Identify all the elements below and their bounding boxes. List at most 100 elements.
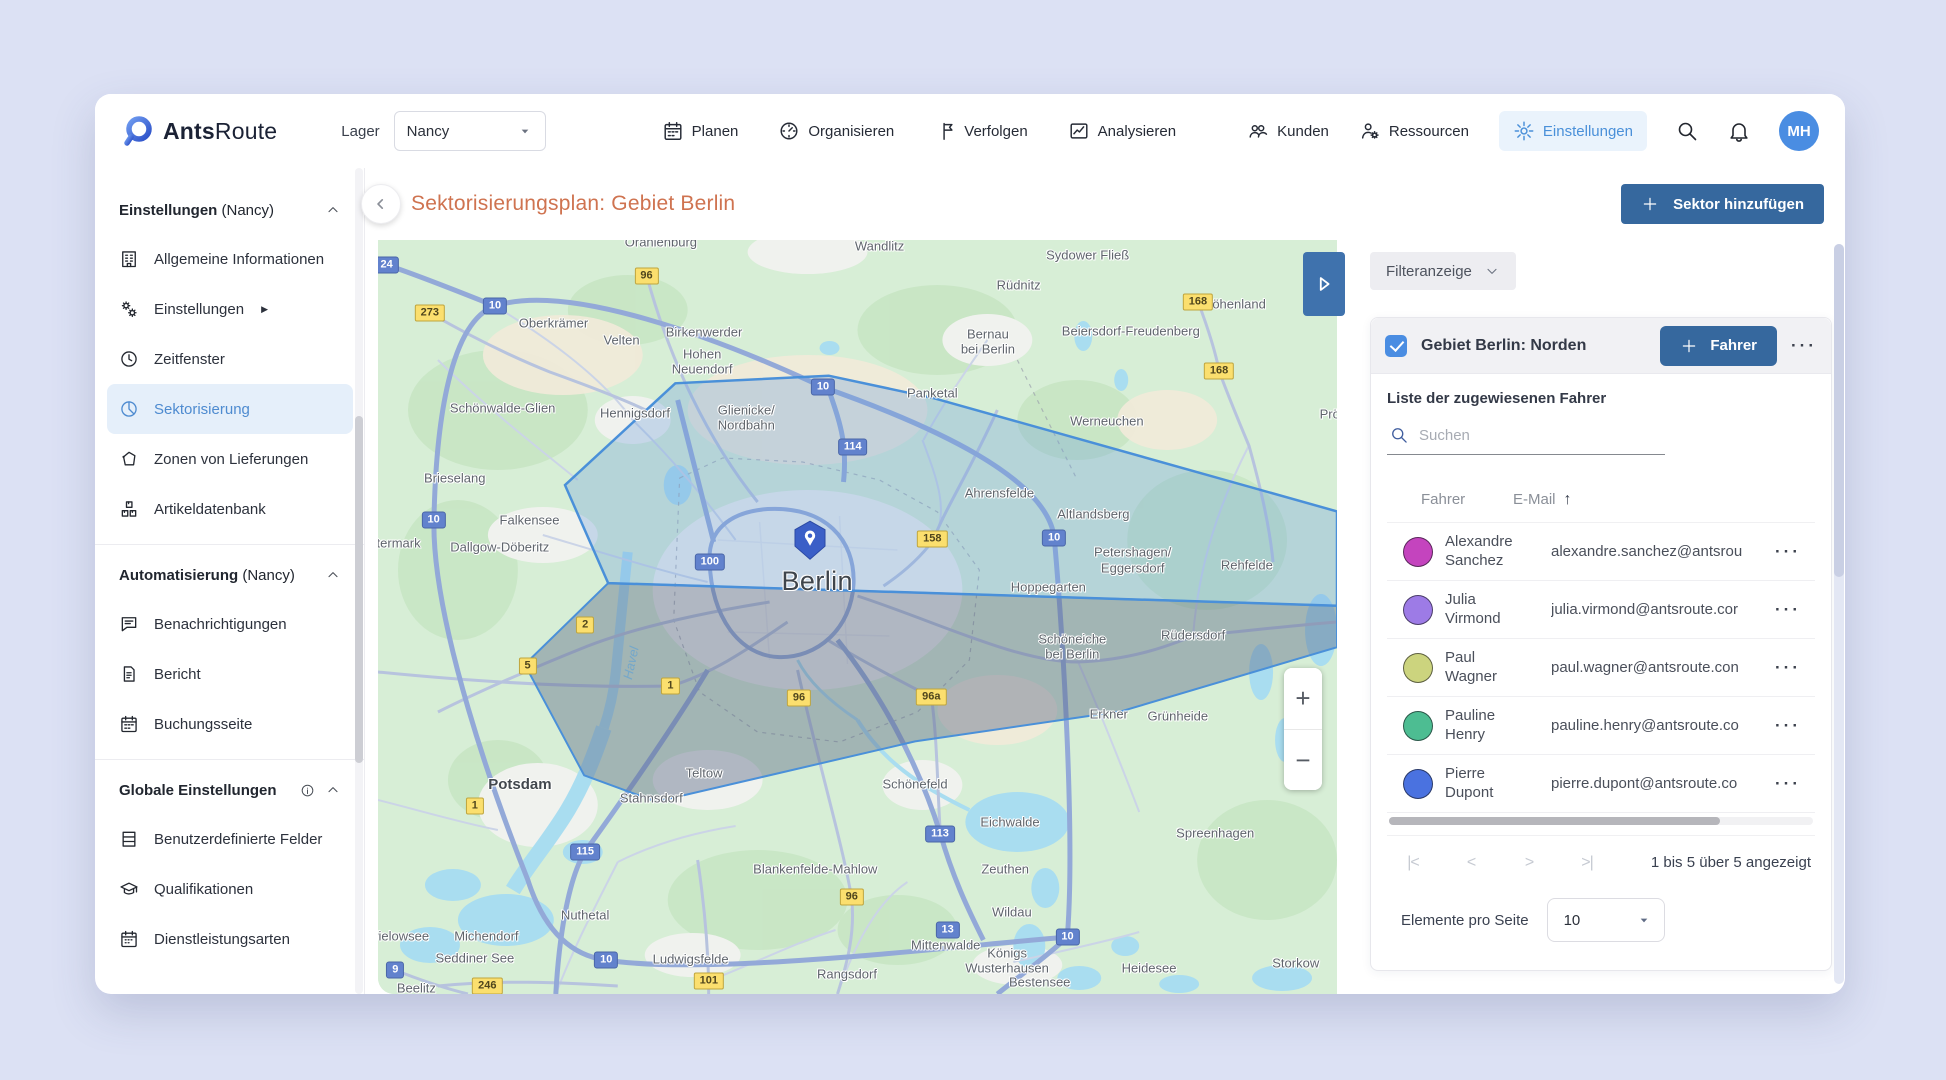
driver-search[interactable] [1387,425,1665,455]
nav-item[interactable]: Kunden [1247,120,1329,142]
nav-item-label: Verfolgen [964,123,1027,140]
driver-table: AlexandreSanchez alexandre.sanchez@antsr… [1387,523,1815,813]
nav-item-icon [778,120,800,142]
submenu-arrow-icon: ▶ [261,304,268,315]
nav-item-label: Einstellungen [1543,123,1633,140]
sidebar-item[interactable]: Benachrichtigungen [107,599,353,649]
sidebar-item-label: Einstellungen [154,301,244,318]
sidebar-item-icon [119,879,139,899]
divider [95,759,365,760]
row-actions-button[interactable]: ··· [1775,658,1801,678]
nav-item-icon [1513,120,1535,142]
sidebar-item-icon [119,499,139,519]
driver-name: PaulWagner [1445,649,1539,687]
berlin-map-pin-icon[interactable] [792,520,828,560]
warehouse-value: Nancy [407,123,450,140]
sidebar-item[interactable]: Qualifikationen [107,864,353,914]
sidebar-item[interactable]: Einstellungen ▶ [107,284,353,334]
sidebar-item[interactable]: Allgemeine Informationen [107,234,353,284]
search-icon[interactable] [1675,119,1699,143]
sidebar-item[interactable]: Sektorisierung [107,384,353,434]
sidebar-item[interactable]: Dienstleistungsarten [107,914,353,964]
driver-email: paul.wagner@antsroute.con [1551,659,1763,676]
collapse-panel-button[interactable] [1303,252,1345,316]
first-page-button[interactable]: |< [1401,854,1425,872]
search-input[interactable] [1419,427,1619,444]
sector-title: Gebiet Berlin: Norden [1421,337,1646,355]
sidebar-item-icon [119,714,139,734]
driver-name: JuliaVirmond [1445,591,1539,629]
table-row[interactable]: JuliaVirmond julia.virmond@antsroute.cor… [1387,581,1815,639]
sidebar-group-header[interactable]: Globale Einstellungen [95,772,365,808]
panel-scrollbar[interactable] [1834,244,1844,984]
driver-avatar [1403,595,1433,625]
driver-email: alexandre.sanchez@antsrou [1551,543,1763,560]
nav-item[interactable]: Analysieren [1068,120,1176,142]
sort-ascending-icon[interactable]: ↑ [1564,491,1572,509]
sidebar-item-icon [119,349,139,369]
page-title: Sektorisierungsplan: Gebiet Berlin [411,192,735,216]
sidebar-group-header[interactable]: Automatisierung (Nancy) [95,557,365,593]
back-button[interactable] [361,184,401,224]
sector-checkbox[interactable] [1385,335,1407,357]
nav-item[interactable]: Ressourcen [1359,120,1469,142]
row-actions-button[interactable]: ··· [1775,600,1801,620]
warehouse-select[interactable]: Nancy [394,111,546,151]
nav-item[interactable]: Verfolgen [934,120,1027,142]
table-row[interactable]: PaulWagner paul.wagner@antsroute.con ··· [1387,639,1815,697]
filter-display-button[interactable]: Filteranzeige [1370,252,1516,290]
column-fahrer[interactable]: Fahrer [1421,491,1513,508]
notifications-bell-icon[interactable] [1727,119,1751,143]
brand-name: AntsRoute [163,118,277,145]
zoom-in-button[interactable]: + [1284,668,1322,729]
nav-item[interactable]: Einstellungen [1499,111,1647,151]
sidebar-item-icon [119,299,139,319]
chevron-up-icon[interactable] [325,202,341,218]
sidebar-item[interactable]: Artikeldatenbank [107,484,353,534]
sidebar-item[interactable]: Bericht [107,649,353,699]
map-container: Oranienburg Wandlitz Sydower Fließ Rüdni… [378,240,1337,994]
pagination: |< < > >| 1 bis 5 über 5 angezeigt [1387,835,1815,889]
user-avatar[interactable]: MH [1779,111,1819,151]
nav-item-icon [1068,120,1090,142]
row-actions-button[interactable]: ··· [1775,774,1801,794]
row-actions-button[interactable]: ··· [1775,716,1801,736]
chevron-up-icon[interactable] [325,567,341,583]
add-driver-button[interactable]: Fahrer [1660,326,1777,366]
driver-avatar [1403,769,1433,799]
nav-item-icon [1247,120,1269,142]
add-sector-button[interactable]: Sektor hinzufügen [1621,184,1824,224]
sidebar-item[interactable]: Benutzerdefinierte Felder [107,814,353,864]
row-actions-button[interactable]: ··· [1775,542,1801,562]
per-page-select[interactable]: 10 [1547,898,1665,942]
map[interactable]: Oranienburg Wandlitz Sydower Fließ Rüdni… [378,240,1337,994]
nav-item[interactable]: Planen [662,120,739,142]
zoom-out-button[interactable]: − [1284,729,1322,790]
chevron-up-icon[interactable] [325,782,341,798]
table-row[interactable]: AlexandreSanchez alexandre.sanchez@antsr… [1387,523,1815,581]
expand-arrow-icon [1313,273,1335,295]
sidebar-item[interactable]: Zonen von Lieferungen [107,434,353,484]
previous-page-button[interactable]: < [1459,854,1483,872]
sidebar-item-label: Sektorisierung [154,401,250,418]
sidebar-item[interactable]: Buchungsseite [107,699,353,749]
table-row[interactable]: PierreDupont pierre.dupont@antsroute.co … [1387,755,1815,813]
secondary-nav: Kunden Ressourcen Einstellungen [1247,111,1647,151]
info-icon [300,783,315,798]
driver-email: julia.virmond@antsroute.cor [1551,601,1763,618]
sidebar-item[interactable]: Zeitfenster [107,334,353,384]
primary-nav: Planen Organisieren Verfolgen Analysiere… [662,120,1176,142]
sidebar-group-header[interactable]: Einstellungen (Nancy) [95,192,365,228]
table-row[interactable]: PaulineHenry pauline.henry@antsroute.co … [1387,697,1815,755]
sector-menu-button[interactable]: ··· [1791,336,1817,356]
nav-item[interactable]: Organisieren [778,120,894,142]
horizontal-scrollbar[interactable] [1389,817,1813,825]
sector-card: Gebiet Berlin: Norden Fahrer ··· Liste d… [1370,317,1832,971]
sidebar-item-icon [119,249,139,269]
driver-name: PaulineHenry [1445,707,1539,745]
sidebar-scrollbar[interactable] [355,168,363,994]
last-page-button[interactable]: >| [1575,854,1599,872]
next-page-button[interactable]: > [1517,854,1541,872]
antsroute-logo[interactable]: AntsRoute [121,114,277,148]
column-email[interactable]: E-Mail [1513,491,1556,508]
